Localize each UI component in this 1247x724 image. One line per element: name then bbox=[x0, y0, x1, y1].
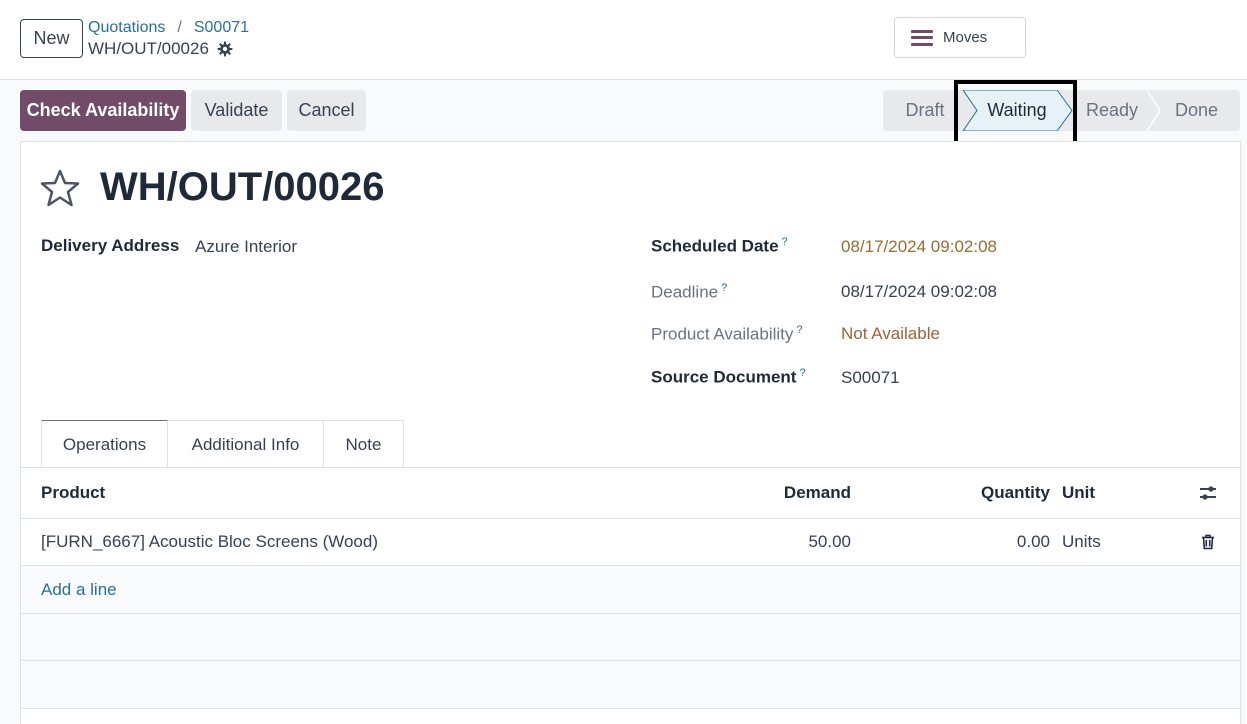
check-availability-button[interactable]: Check Availability bbox=[20, 90, 186, 131]
add-line-row: Add a line bbox=[21, 566, 1240, 614]
tab-operations[interactable]: Operations bbox=[41, 420, 168, 468]
header-product[interactable]: Product bbox=[41, 483, 105, 503]
cancel-button[interactable]: Cancel bbox=[287, 90, 366, 131]
row-quantity[interactable]: 0.00 bbox=[1017, 532, 1050, 552]
product-availability-value: Not Available bbox=[841, 324, 940, 343]
empty-row bbox=[21, 614, 1240, 661]
star-icon[interactable] bbox=[40, 168, 80, 208]
column-settings-icon[interactable] bbox=[1199, 485, 1217, 501]
row-unit[interactable]: Units bbox=[1062, 532, 1101, 552]
deadline-value: 08/17/2024 09:02:08 bbox=[841, 282, 997, 301]
breadcrumb-current: WH/OUT/00026 bbox=[88, 39, 233, 59]
stage-done[interactable]: Done bbox=[1153, 90, 1240, 131]
add-line-link[interactable]: Add a line bbox=[41, 580, 117, 600]
breadcrumb-separator: / bbox=[177, 19, 182, 36]
help-icon[interactable]: ? bbox=[799, 367, 805, 379]
row-demand[interactable]: 50.00 bbox=[808, 532, 851, 552]
product-availability-label-text: Product Availability bbox=[651, 324, 794, 344]
validate-button[interactable]: Validate bbox=[191, 90, 282, 131]
delivery-address-value[interactable]: Azure Interior bbox=[195, 237, 297, 257]
record-title: WH/OUT/00026 bbox=[100, 165, 385, 209]
scheduled-date-value[interactable]: 08/17/2024 09:02:08 bbox=[841, 237, 997, 257]
list-icon bbox=[911, 29, 933, 46]
scheduled-date-label-text: Scheduled Date bbox=[651, 236, 779, 256]
breadcrumb-sale-order[interactable]: S00071 bbox=[194, 19, 249, 36]
trash-icon[interactable] bbox=[1201, 534, 1215, 550]
source-document-label: Source Document? bbox=[651, 367, 806, 388]
delivery-address-label: Delivery Address bbox=[41, 236, 180, 255]
product-availability-label: Product Availability? bbox=[651, 324, 803, 345]
breadcrumb-quotations[interactable]: Quotations bbox=[88, 19, 165, 36]
source-document-value[interactable]: S00071 bbox=[841, 368, 900, 388]
gear-icon[interactable] bbox=[217, 41, 233, 57]
tab-additional-info[interactable]: Additional Info bbox=[168, 420, 324, 468]
deadline-label-text: Deadline bbox=[651, 282, 719, 302]
moves-button[interactable]: Moves bbox=[894, 17, 1026, 58]
moves-label: Moves bbox=[943, 29, 988, 46]
table-header: Product Demand Quantity Unit bbox=[21, 468, 1240, 519]
tab-note[interactable]: Note bbox=[324, 420, 404, 468]
new-button[interactable]: New bbox=[20, 19, 83, 58]
breadcrumb: Quotations / S00071 bbox=[88, 19, 249, 37]
scheduled-date-label: Scheduled Date? bbox=[651, 236, 788, 257]
highlight-box bbox=[954, 80, 1077, 147]
notebook-tabs: Operations Additional Info Note bbox=[41, 420, 404, 468]
help-icon[interactable]: ? bbox=[721, 282, 727, 294]
header-demand[interactable]: Demand bbox=[784, 483, 851, 503]
help-icon[interactable]: ? bbox=[796, 324, 802, 336]
row-product[interactable]: [FURN_6667] Acoustic Bloc Screens (Wood) bbox=[41, 532, 378, 552]
control-panel: New Quotations / S00071 WH/OUT/00026 Moves bbox=[0, 0, 1247, 80]
table-row[interactable]: [FURN_6667] Acoustic Bloc Screens (Wood)… bbox=[21, 519, 1240, 566]
source-document-label-text: Source Document bbox=[651, 367, 797, 387]
header-unit[interactable]: Unit bbox=[1062, 483, 1095, 503]
stage-ready[interactable]: Ready bbox=[1073, 90, 1151, 131]
empty-row bbox=[21, 661, 1240, 709]
help-icon[interactable]: ? bbox=[782, 236, 788, 248]
breadcrumb-current-label: WH/OUT/00026 bbox=[88, 39, 209, 58]
deadline-label: Deadline? bbox=[651, 282, 727, 303]
header-quantity[interactable]: Quantity bbox=[981, 483, 1050, 503]
